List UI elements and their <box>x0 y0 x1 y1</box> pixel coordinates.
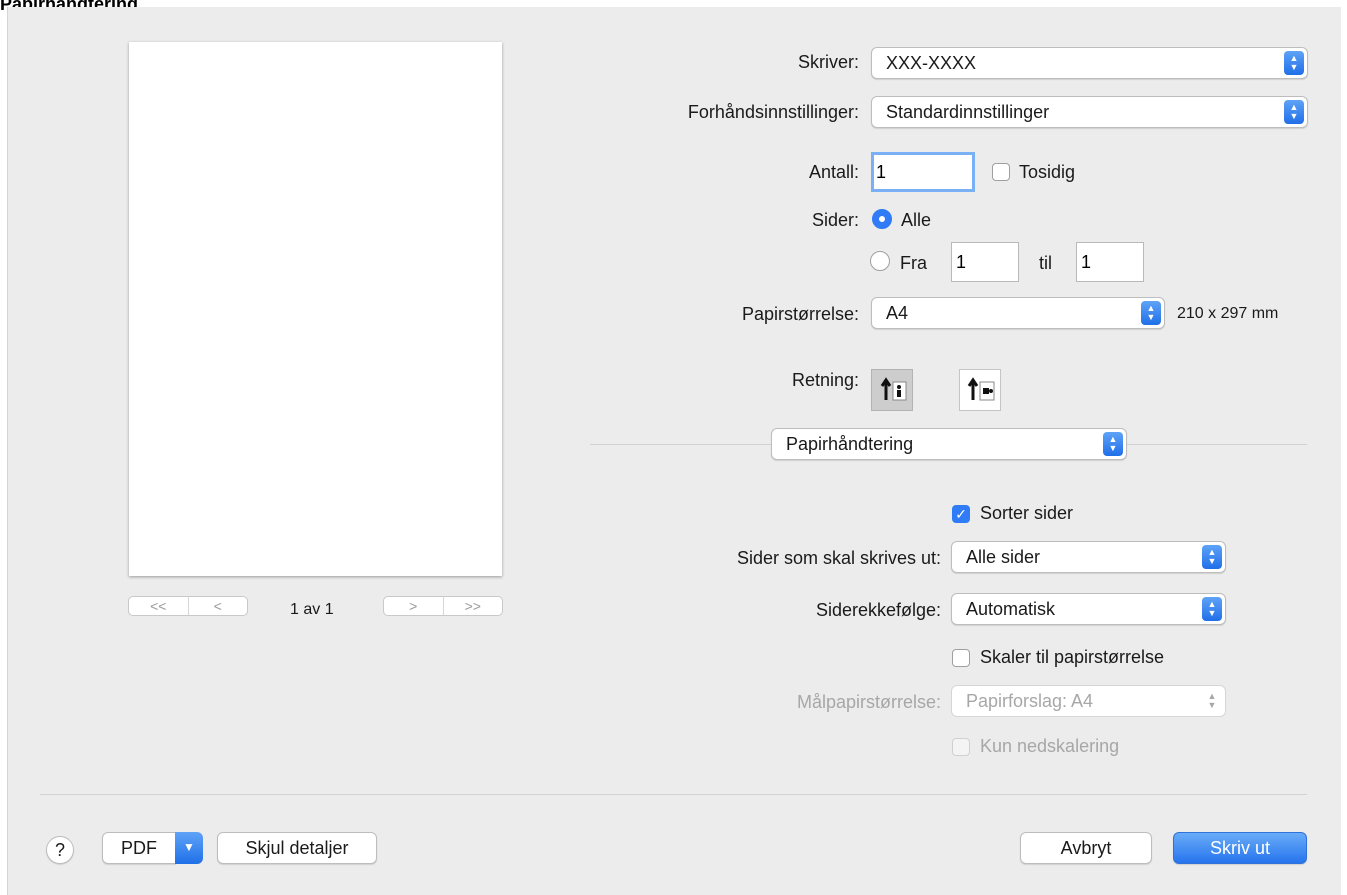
pages-from-radio[interactable] <box>870 251 890 271</box>
paper-size-label: Papirstørrelse: <box>741 304 859 324</box>
orientation-label: Retning: <box>791 370 859 390</box>
presets-select[interactable]: Standardinnstillinger ▲ ▼ <box>871 96 1308 128</box>
last-page-button[interactable]: >> <box>442 597 503 615</box>
copies-input[interactable] <box>871 152 975 192</box>
previous-page-button[interactable]: < <box>187 597 248 615</box>
collate-checkbox[interactable]: ✓ <box>952 505 970 523</box>
printer-value: XXX-XXXX <box>886 53 977 73</box>
pages-to-input[interactable] <box>1076 242 1144 282</box>
updown-arrows-icon: ▲ ▼ <box>1103 432 1123 456</box>
paper-size-value: A4 <box>886 303 909 323</box>
printer-label: Skriver: <box>797 52 859 72</box>
pages-from-input[interactable] <box>951 242 1019 282</box>
printer-select[interactable]: XXX-XXXX ▲ ▼ <box>871 47 1308 79</box>
section-select[interactable]: Papirhåndtering ▲ ▼ <box>771 428 1127 460</box>
page-count: 1 av 1 <box>290 601 334 618</box>
pages-to-print-select[interactable]: Alle sider ▲ ▼ <box>951 541 1226 573</box>
hide-details-button[interactable]: Skjul detaljer <box>217 832 377 864</box>
pages-to-label: til <box>1039 253 1052 273</box>
page-order-select[interactable]: Automatisk ▲ ▼ <box>951 593 1226 625</box>
copies-label: Antall: <box>808 162 859 182</box>
help-button[interactable]: ? <box>46 836 74 864</box>
scale-to-fit-checkbox[interactable] <box>952 649 970 667</box>
scale-down-only-checkbox[interactable] <box>952 738 970 756</box>
collate-label: Sorter sider <box>980 503 1074 523</box>
print-button[interactable]: Skriv ut <box>1173 832 1307 864</box>
pages-all-radio[interactable] <box>872 209 892 229</box>
next-page-button[interactable]: > <box>384 597 443 615</box>
pages-all-label: Alle <box>901 210 932 230</box>
duplex-label: Tosidig <box>1019 162 1076 182</box>
landscape-orientation-icon <box>967 377 995 401</box>
pages-to-print-label: Sider som skal skrives ut: <box>736 548 941 568</box>
updown-arrows-icon: ▲ ▼ <box>1284 51 1304 75</box>
presets-label: Forhåndsinnstillinger: <box>687 102 859 122</box>
pages-label: Sider: <box>811 210 859 230</box>
section-value: Papirhåndtering <box>786 434 914 454</box>
updown-arrows-icon: ▲ ▼ <box>1284 100 1304 124</box>
updown-arrows-icon: ▲ ▼ <box>1207 691 1217 710</box>
pager-back-group: << < <box>128 596 248 616</box>
paper-size-select[interactable]: A4 ▲ ▼ <box>871 297 1165 329</box>
page-order-label: Siderekkefølge: <box>815 600 941 620</box>
scale-to-fit-label: Skaler til papirstørrelse <box>980 647 1165 667</box>
chevron-down-icon[interactable]: ▼ <box>175 832 203 864</box>
dest-paper-size-value: Papirforslag: A4 <box>966 691 1094 711</box>
page-preview <box>129 42 502 576</box>
dest-paper-size-select[interactable]: Papirforslag: A4 ▲ ▼ <box>951 685 1226 717</box>
updown-arrows-icon: ▲ ▼ <box>1141 301 1161 325</box>
duplex-checkbox[interactable] <box>992 163 1010 181</box>
first-page-button[interactable]: << <box>129 597 188 615</box>
pages-from-label: Fra <box>900 253 927 273</box>
presets-value: Standardinnstillinger <box>886 102 1050 122</box>
footer-separator <box>40 794 1307 795</box>
cancel-button[interactable]: Avbryt <box>1020 832 1152 864</box>
updown-arrows-icon: ▲ ▼ <box>1202 597 1222 621</box>
paper-dimensions: 210 x 297 mm <box>1177 305 1279 322</box>
portrait-orientation-button[interactable] <box>871 369 913 411</box>
dest-paper-size-label: Målpapirstørrelse: <box>796 692 941 712</box>
pdf-button[interactable]: PDF <box>102 832 176 864</box>
pager-forward-group: > >> <box>383 596 503 616</box>
pages-to-print-value: Alle sider <box>966 547 1041 567</box>
page-order-value: Automatisk <box>966 599 1056 619</box>
updown-arrows-icon: ▲ ▼ <box>1202 545 1222 569</box>
portrait-orientation-icon <box>880 377 907 401</box>
landscape-orientation-button[interactable] <box>959 369 1001 411</box>
scale-down-only-label: Kun nedskalering <box>980 736 1120 756</box>
